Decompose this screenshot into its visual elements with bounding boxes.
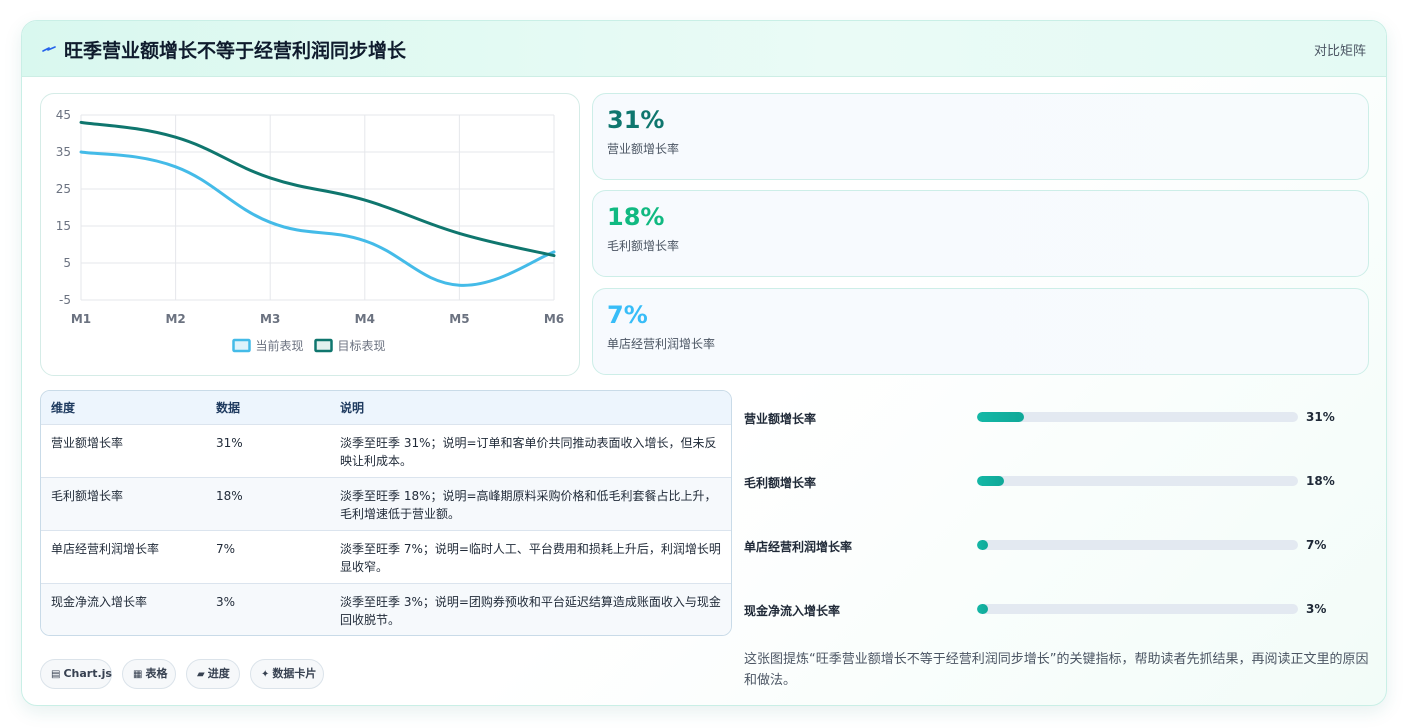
progress-value: 7% [1306,538,1327,552]
progress-label: 毛利额增长率 [744,476,817,490]
kpi-value: 18% [607,203,665,231]
y-tick-label: 25 [56,182,71,196]
cell-value: 3% [216,594,236,609]
y-tick-label: -5 [59,293,71,307]
legend-label: 当前表现 [256,338,304,353]
data-table: 维度 数据 说明 营业额增长率 31% 淡季至旺季 31%；说明=订单和客单价共… [41,391,731,635]
progress-track [977,476,1298,486]
card-header: 旺季营业额增长不等于经营利润同步增长 对比矩阵 [22,21,1386,77]
page-title: 旺季营业额增长不等于经营利润同步增长 [64,40,407,62]
progress-fill [977,604,989,614]
table-row: 毛利额增长率 18% 淡季至旺季 18%；说明=高峰期原料采购价格和低毛利套餐占… [41,477,731,530]
table-row: 现金净流入增长率 3% 淡季至旺季 3%；说明=团购券预收和平台延迟结算造成账面… [41,583,731,635]
sparkle-icon: ✦ [261,669,270,680]
progress-fill [977,540,989,550]
progress-value: 31% [1306,410,1335,424]
chip-label: Chart.js [63,667,112,680]
progress-row: 现金净流入增长率 3% [744,599,1364,619]
kpi-card-revenue: 31% 营业额增长率 [592,93,1369,180]
column-header-description: 说明 [340,400,365,415]
summary-note: 这张图提炼“旺季营业额增长不等于经营利润同步增长”的关键指标，帮助读者先抓结果，… [744,652,1369,688]
chip-table[interactable]: ▦ 表格 [122,659,176,689]
cell-description: 淡季至旺季 31%；说明=订单和客单价共同推动表面收入增长，但未反映让利成本。 [340,435,717,468]
chip-data-cards[interactable]: ✦ 数据卡片 [250,659,324,689]
cell-dimension: 毛利额增长率 [51,488,124,503]
kpi-label: 毛利额增长率 [607,239,680,253]
progress-icon: ▰ [197,669,205,680]
progress-row: 单店经营利润增长率 7% [744,535,1364,555]
progress-label: 现金净流入增长率 [744,604,841,618]
x-tick-label: M4 [355,312,375,326]
y-tick-label: 45 [56,108,71,122]
cell-value: 7% [216,541,236,556]
legend-swatch [314,338,333,353]
cell-description: 淡季至旺季 3%；说明=团购券预收和平台延迟结算造成账面收入与现金回收脱节。 [340,594,721,627]
line-chart: 45 35 25 15 5 -5M1 M2 M3 M4 M5 M6 当前表现 目标表现 [56,108,564,353]
legend-label: 目标表现 [338,339,386,353]
kpi-label: 单店经营利润增长率 [607,337,716,351]
cell-description: 淡季至旺季 18%；说明=高峰期原料采购价格和低毛利套餐占比上升，毛利增速低于营… [340,488,717,521]
progress-label: 营业额增长率 [744,412,817,426]
view-mode-label[interactable]: 对比矩阵 [1314,40,1366,59]
x-tick-label: M3 [260,312,280,326]
table-row: 单店经营利润增长率 7% 淡季至旺季 7%；说明=临时人工、平台费用和损耗上升后… [41,530,731,583]
progress-value: 3% [1306,602,1327,616]
chip-label: 表格 [145,667,168,680]
series-line-current [79,150,556,287]
cell-dimension: 营业额增长率 [51,435,124,450]
data-table-panel: 维度 数据 说明 营业额增长率 31% 淡季至旺季 31%；说明=订单和客单价共… [40,390,732,636]
table-icon: ▦ [133,669,143,680]
x-tick-label: M2 [165,312,185,326]
cell-dimension: 单店经营利润增长率 [51,541,160,556]
progress-track [977,412,1298,422]
progress-row: 营业额增长率 31% [744,407,1364,427]
column-header-dimension: 维度 [51,400,76,415]
kpi-value: 7% [607,301,648,329]
chip-label: 数据卡片 [272,667,317,680]
progress-row: 毛利额增长率 18% [744,471,1364,491]
progress-label: 单店经营利润增长率 [744,540,853,554]
column-header-data: 数据 [216,400,241,415]
y-tick-label: 35 [56,145,71,159]
kpi-value: 31% [607,106,665,134]
cell-value: 18% [216,488,243,503]
chip-label: 进度 [207,667,230,680]
chart-icon: ▤ [51,669,61,680]
progress-track [977,540,1298,550]
progress-value: 18% [1306,474,1335,488]
kpi-card-store-profit: 7% 单店经营利润增长率 [592,288,1369,375]
progress-list: 营业额增长率 31% 毛利额增长率 18% 单店经营利润增长率 7% 现金净流入… [744,391,1364,641]
chip-progress[interactable]: ▰ 进度 [186,659,240,689]
y-tick-label: 15 [56,219,71,233]
x-tick-label: M5 [449,312,469,326]
cell-dimension: 现金净流入增长率 [51,594,148,609]
progress-fill [977,476,1005,486]
chip-chartjs[interactable]: ▤ Chart.js [40,659,112,689]
cell-value: 31% [216,435,243,450]
x-tick-label: M1 [71,312,91,326]
cell-description: 淡季至旺季 7%；说明=临时人工、平台费用和损耗上升后，利润增长明显收窄。 [340,541,721,574]
x-tick-label: M6 [544,312,564,326]
report-card: 旺季营业额增长不等于经营利润同步增长 对比矩阵 45 35 25 15 5 -5 M1 M2 M… [21,20,1387,706]
kpi-card-gross-profit: 18% 毛利额增长率 [592,190,1369,277]
progress-track [977,604,1298,614]
y-tick-label: 5 [63,256,71,270]
line-chart-panel: 45 35 25 15 5 -5 M1 M2 M3 M4 M5 M6 当前表现 目标表现 [40,93,580,376]
legend-swatch [232,338,251,353]
kpi-label: 营业额增长率 [607,142,680,156]
table-header-row: 维度 数据 说明 [41,391,731,424]
lightning-icon [42,46,56,52]
progress-fill [977,412,1024,422]
table-row: 营业额增长率 31% 淡季至旺季 31%；说明=订单和客单价共同推动表面收入增长… [41,424,731,477]
